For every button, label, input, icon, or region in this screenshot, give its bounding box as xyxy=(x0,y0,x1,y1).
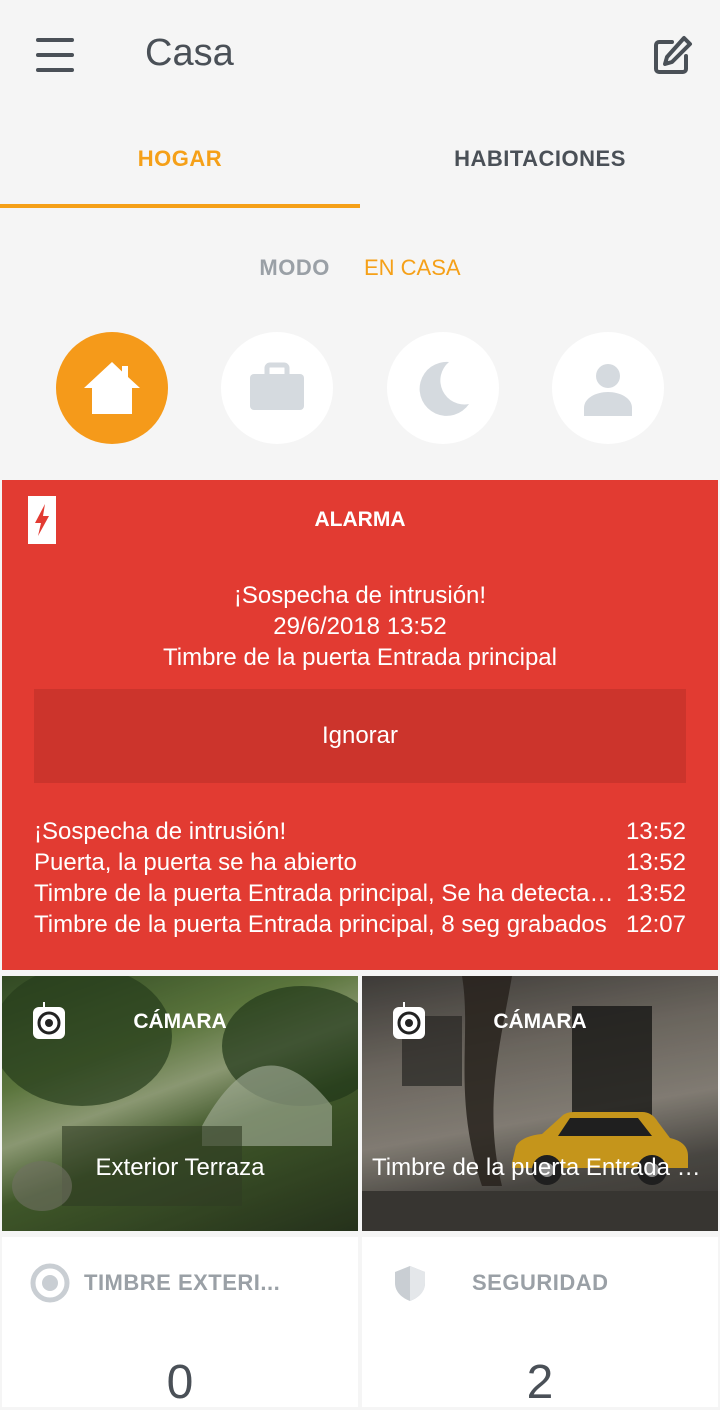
alarm-event-text: ¡Sospecha de intrusión! xyxy=(34,818,287,845)
active-tab-indicator xyxy=(0,204,360,208)
tab-bar: HOGAR HABITACIONES xyxy=(0,110,720,208)
moon-icon xyxy=(419,361,469,416)
alarm-event: Timbre de la puerta Entrada principal, S… xyxy=(34,878,686,909)
alarm-message-line: ¡Sospecha de intrusión! xyxy=(233,582,487,609)
card-value: 0 xyxy=(166,1356,194,1409)
alarm-event-time: 13:52 xyxy=(625,818,686,845)
mode-label: MODO xyxy=(259,255,330,280)
camera-tile-timbre[interactable]: CÁMARA Timbre de la puerta Entrada princ… xyxy=(362,976,718,1231)
alarm-event: Puerta, la puerta se ha abierto 13:52 xyxy=(34,847,686,878)
ignore-button[interactable]: Ignorar xyxy=(34,689,686,783)
mode-home-button[interactable] xyxy=(56,332,168,444)
alarm-message-device: Timbre de la puerta Entrada principal xyxy=(163,644,557,671)
mode-custom-button[interactable] xyxy=(552,332,664,444)
alarm-event-time: 13:52 xyxy=(625,880,686,907)
home-icon xyxy=(84,362,140,414)
camera-name: Exterior Terraza xyxy=(95,1154,265,1181)
doorbell-icon xyxy=(30,1263,70,1303)
briefcase-icon xyxy=(250,362,304,410)
alarm-event-text: Timbre de la puerta Entrada principal, S… xyxy=(34,880,626,907)
alarm-event-list: ¡Sospecha de intrusión! 13:52 Puerta, la… xyxy=(34,816,686,940)
edit-icon[interactable] xyxy=(650,34,694,78)
tab-habitaciones[interactable]: HABITACIONES xyxy=(360,110,720,208)
alarm-event-time: 13:52 xyxy=(625,849,686,876)
alarm-panel: ALARMA ¡Sospecha de intrusión! 29/6/2018… xyxy=(2,480,718,970)
card-label: SEGURIDAD xyxy=(472,1270,609,1295)
mode-value: EN CASA xyxy=(363,255,461,280)
alarm-message: ¡Sospecha de intrusión! 29/6/2018 13:52 … xyxy=(2,580,718,673)
camera-label: CÁMARA xyxy=(493,1010,587,1033)
alarm-event-time: 12:07 xyxy=(625,911,686,938)
tab-hogar[interactable]: HOGAR xyxy=(0,110,360,208)
alarm-event-text: Puerta, la puerta se ha abierto xyxy=(34,849,357,876)
card-label: TIMBRE EXTERI... xyxy=(84,1270,281,1295)
page-title: Casa xyxy=(145,32,234,74)
camera-name: Timbre de la puerta Entrada principal xyxy=(372,1154,708,1181)
alarm-title: ALARMA xyxy=(314,508,406,531)
alarm-event-text: Timbre de la puerta Entrada principal, 8… xyxy=(34,911,607,938)
mode-night-button[interactable] xyxy=(387,332,499,444)
alarm-event: Timbre de la puerta Entrada principal, 8… xyxy=(34,909,686,940)
camera-label: CÁMARA xyxy=(133,1010,227,1033)
mode-away-button[interactable] xyxy=(221,332,333,444)
camera-tile-exterior-terraza[interactable]: CÁMARA Exterior Terraza xyxy=(2,976,358,1231)
hamburger-menu-icon[interactable] xyxy=(36,38,76,72)
shield-icon xyxy=(390,1263,430,1303)
card-value: 2 xyxy=(526,1356,554,1409)
alarm-event: ¡Sospecha de intrusión! 13:52 xyxy=(34,816,686,847)
top-app-bar: Casa xyxy=(0,0,720,110)
mode-status: MODO EN CASA xyxy=(0,255,720,281)
person-icon xyxy=(584,364,632,416)
card-timbre-exterior[interactable]: TIMBRE EXTERI... 0 xyxy=(2,1237,358,1409)
card-seguridad[interactable]: SEGURIDAD 2 xyxy=(362,1237,718,1409)
alarm-message-datetime: 29/6/2018 13:52 xyxy=(273,613,447,640)
